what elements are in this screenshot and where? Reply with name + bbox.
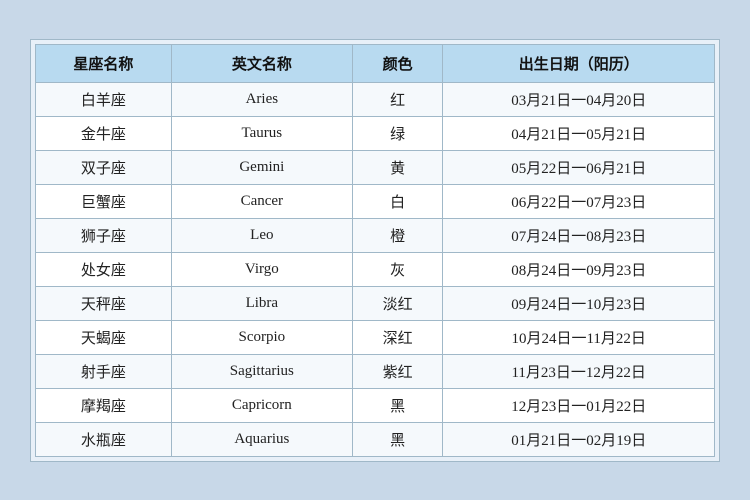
cell-date: 06月22日一07月23日 xyxy=(443,184,715,218)
cell-zh: 天秤座 xyxy=(36,286,172,320)
table-row: 摩羯座Capricorn黑12月23日一01月22日 xyxy=(36,388,715,422)
cell-en: Taurus xyxy=(171,116,352,150)
cell-en: Scorpio xyxy=(171,320,352,354)
table-header-row: 星座名称 英文名称 颜色 出生日期（阳历） xyxy=(36,44,715,82)
cell-en: Aries xyxy=(171,82,352,116)
table-row: 巨蟹座Cancer白06月22日一07月23日 xyxy=(36,184,715,218)
cell-en: Cancer xyxy=(171,184,352,218)
cell-color: 白 xyxy=(352,184,443,218)
cell-color: 黄 xyxy=(352,150,443,184)
header-date: 出生日期（阳历） xyxy=(443,44,715,82)
header-zh: 星座名称 xyxy=(36,44,172,82)
cell-color: 灰 xyxy=(352,252,443,286)
cell-date: 08月24日一09月23日 xyxy=(443,252,715,286)
cell-en: Libra xyxy=(171,286,352,320)
cell-date: 09月24日一10月23日 xyxy=(443,286,715,320)
cell-zh: 射手座 xyxy=(36,354,172,388)
cell-en: Capricorn xyxy=(171,388,352,422)
cell-en: Gemini xyxy=(171,150,352,184)
cell-date: 12月23日一01月22日 xyxy=(443,388,715,422)
cell-en: Leo xyxy=(171,218,352,252)
cell-color: 淡红 xyxy=(352,286,443,320)
cell-date: 04月21日一05月21日 xyxy=(443,116,715,150)
cell-color: 黑 xyxy=(352,388,443,422)
table-row: 白羊座Aries红03月21日一04月20日 xyxy=(36,82,715,116)
cell-date: 10月24日一11月22日 xyxy=(443,320,715,354)
table-row: 处女座Virgo灰08月24日一09月23日 xyxy=(36,252,715,286)
cell-zh: 双子座 xyxy=(36,150,172,184)
cell-date: 01月21日一02月19日 xyxy=(443,422,715,456)
cell-color: 紫红 xyxy=(352,354,443,388)
cell-zh: 天蝎座 xyxy=(36,320,172,354)
cell-zh: 金牛座 xyxy=(36,116,172,150)
table-row: 天蝎座Scorpio深红10月24日一11月22日 xyxy=(36,320,715,354)
cell-en: Virgo xyxy=(171,252,352,286)
table-row: 天秤座Libra淡红09月24日一10月23日 xyxy=(36,286,715,320)
cell-color: 绿 xyxy=(352,116,443,150)
header-color: 颜色 xyxy=(352,44,443,82)
cell-zh: 处女座 xyxy=(36,252,172,286)
table-row: 金牛座Taurus绿04月21日一05月21日 xyxy=(36,116,715,150)
cell-zh: 白羊座 xyxy=(36,82,172,116)
table-row: 射手座Sagittarius紫红11月23日一12月22日 xyxy=(36,354,715,388)
zodiac-table: 星座名称 英文名称 颜色 出生日期（阳历） 白羊座Aries红03月21日一04… xyxy=(35,44,715,457)
cell-zh: 摩羯座 xyxy=(36,388,172,422)
cell-color: 深红 xyxy=(352,320,443,354)
cell-color: 黑 xyxy=(352,422,443,456)
cell-date: 03月21日一04月20日 xyxy=(443,82,715,116)
table-row: 狮子座Leo橙07月24日一08月23日 xyxy=(36,218,715,252)
header-en: 英文名称 xyxy=(171,44,352,82)
cell-color: 红 xyxy=(352,82,443,116)
cell-date: 07月24日一08月23日 xyxy=(443,218,715,252)
cell-en: Aquarius xyxy=(171,422,352,456)
cell-zh: 狮子座 xyxy=(36,218,172,252)
table-row: 水瓶座Aquarius黑01月21日一02月19日 xyxy=(36,422,715,456)
cell-date: 05月22日一06月21日 xyxy=(443,150,715,184)
cell-color: 橙 xyxy=(352,218,443,252)
zodiac-table-wrapper: 星座名称 英文名称 颜色 出生日期（阳历） 白羊座Aries红03月21日一04… xyxy=(30,39,720,462)
cell-date: 11月23日一12月22日 xyxy=(443,354,715,388)
cell-en: Sagittarius xyxy=(171,354,352,388)
cell-zh: 水瓶座 xyxy=(36,422,172,456)
table-row: 双子座Gemini黄05月22日一06月21日 xyxy=(36,150,715,184)
cell-zh: 巨蟹座 xyxy=(36,184,172,218)
